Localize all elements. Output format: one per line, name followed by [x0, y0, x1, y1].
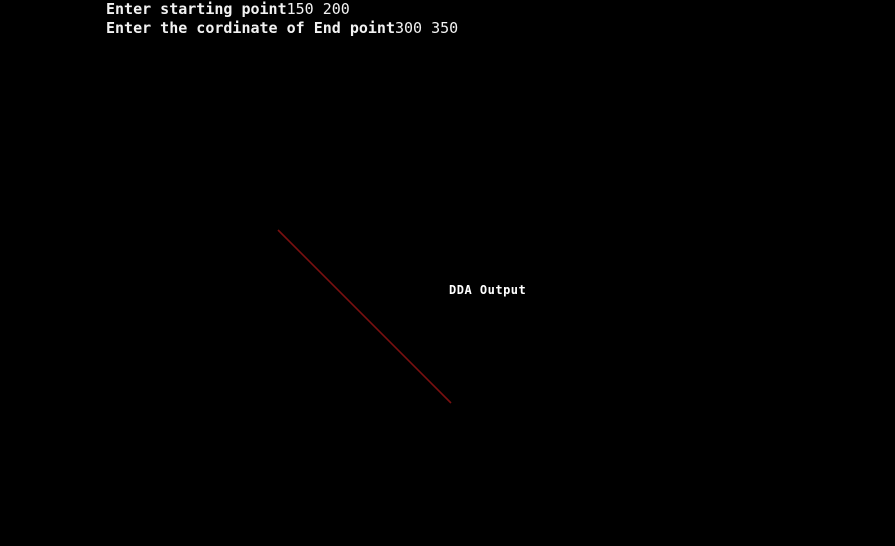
- dda-output-label: DDA Output: [449, 283, 527, 297]
- graphics-canvas: [277, 229, 452, 404]
- console-screen: Enter starting point150 200 Enter the co…: [0, 0, 895, 546]
- dda-line: [277, 229, 452, 404]
